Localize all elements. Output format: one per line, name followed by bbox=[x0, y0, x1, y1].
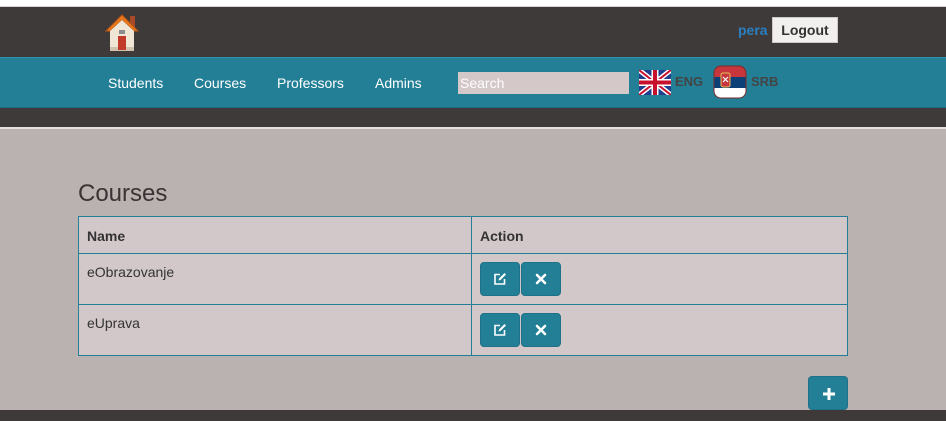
table-row: eObrazovanje bbox=[78, 253, 848, 305]
lang-srb[interactable]: SRB bbox=[751, 74, 778, 89]
username-label[interactable]: pera bbox=[738, 22, 768, 38]
logout-button[interactable]: Logout bbox=[772, 17, 838, 43]
action-cell bbox=[471, 253, 848, 305]
edit-icon bbox=[494, 273, 506, 285]
column-header-name: Name bbox=[78, 216, 472, 254]
close-icon bbox=[535, 273, 547, 285]
table-header-row: Name Action bbox=[78, 216, 848, 254]
close-icon bbox=[535, 324, 547, 336]
nav-courses[interactable]: Courses bbox=[194, 75, 246, 91]
edit-icon bbox=[494, 324, 506, 336]
footer bbox=[0, 410, 946, 421]
action-cell bbox=[471, 304, 848, 356]
home-icon[interactable] bbox=[104, 12, 140, 54]
plus-icon bbox=[823, 388, 835, 400]
edit-button[interactable] bbox=[480, 313, 520, 347]
nav-professors[interactable]: Professors bbox=[277, 75, 344, 91]
edit-button[interactable] bbox=[480, 262, 520, 296]
top-bar: pera Logout bbox=[0, 7, 946, 57]
courses-table: Name Action eObrazovanje eUprava bbox=[78, 216, 848, 356]
course-name-cell: eUprava bbox=[78, 304, 472, 356]
search-input[interactable] bbox=[458, 72, 629, 94]
delete-button[interactable] bbox=[521, 313, 561, 347]
top-border bbox=[0, 0, 946, 7]
page-title: Courses bbox=[78, 180, 168, 207]
add-course-button[interactable] bbox=[808, 376, 848, 410]
nav-admins[interactable]: Admins bbox=[375, 75, 422, 91]
main-nav: Students Courses Professors Admins ENG S… bbox=[0, 57, 946, 108]
lang-eng[interactable]: ENG bbox=[675, 74, 703, 89]
table-row: eUprava bbox=[78, 304, 848, 356]
uk-flag-icon[interactable] bbox=[639, 70, 671, 95]
column-header-action: Action bbox=[471, 216, 848, 254]
header-strip bbox=[0, 108, 946, 129]
delete-button[interactable] bbox=[521, 262, 561, 296]
course-name-cell: eObrazovanje bbox=[78, 253, 472, 305]
serbia-flag-icon[interactable] bbox=[713, 65, 747, 99]
nav-students[interactable]: Students bbox=[108, 75, 163, 91]
